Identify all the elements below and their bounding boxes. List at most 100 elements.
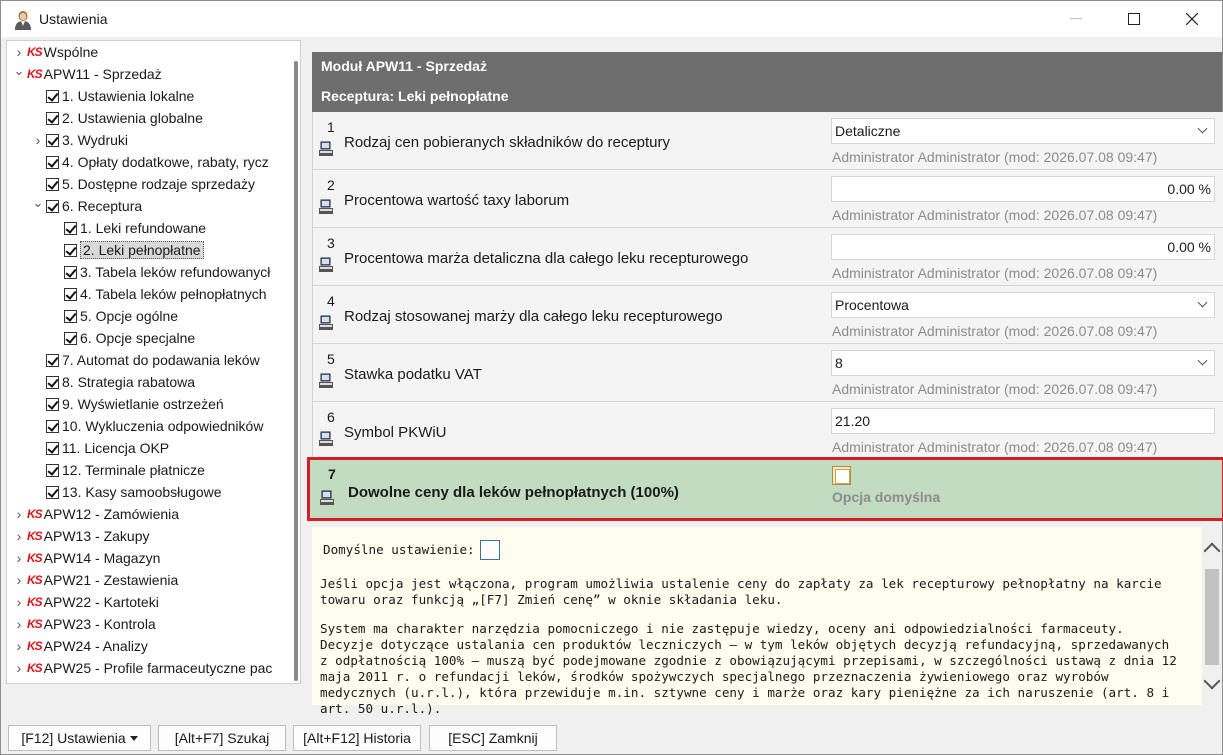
checkbox-icon xyxy=(64,331,77,345)
ks-logo-icon: KS xyxy=(27,595,43,609)
tree-item[interactable]: 9. Wyświetlanie ostrzeżeń xyxy=(32,393,224,415)
expand-chevron-icon[interactable]: › xyxy=(13,594,25,610)
tree-item[interactable]: 2. Ustawienia globalne xyxy=(32,107,203,129)
tree-item[interactable]: › KS APW25 - Profile farmaceutyczne pac xyxy=(13,657,273,679)
history-button-label: [Alt+F12] Historia xyxy=(303,730,411,746)
setting-row: 1 Rodzaj cen pobieranych składników do re… xyxy=(313,112,1223,170)
tree-item[interactable]: ⌄ 6. Receptura xyxy=(32,195,143,217)
tree-item-label: 4. Opłaty dodatkowe, rabaty, rycz xyxy=(62,154,269,170)
tree-item[interactable]: 1. Ustawienia lokalne xyxy=(32,85,194,107)
expand-chevron-icon[interactable]: › xyxy=(32,132,44,148)
settings-grid: 1 Rodzaj cen pobieranych składników do re… xyxy=(307,112,1223,521)
expand-chevron-icon[interactable]: › xyxy=(13,616,25,632)
tree-item[interactable]: 3. Tabela leków refundowanycł xyxy=(50,261,270,283)
tree-item[interactable]: › KS APW21 - Zestawienia xyxy=(13,569,179,591)
checkbox-icon xyxy=(64,221,77,235)
settings-button[interactable]: [F12] Ustawienia xyxy=(8,725,151,751)
tree-item[interactable]: › KS APW23 - Kontrola xyxy=(13,613,156,635)
search-button[interactable]: [Alt+F7] Szukaj xyxy=(158,725,286,751)
setting-meta: Administrator Administrator (mod: 2026.0… xyxy=(832,149,1158,165)
tree-item[interactable]: 4. Tabela leków pełnopłatnych xyxy=(50,283,267,305)
expand-chevron-icon[interactable]: › xyxy=(13,528,25,544)
expand-chevron-icon[interactable]: › xyxy=(13,638,25,654)
setting-select[interactable]: Procentowa xyxy=(831,292,1215,318)
settings-tree[interactable]: › KS Wspólne ⌄ KS APW11 - Sprzedaż 1. Ustawien… xyxy=(6,40,301,684)
setting-meta: Administrator Administrator (mod: 2026.0… xyxy=(832,381,1158,397)
expand-chevron-icon[interactable]: › xyxy=(13,44,25,60)
setting-number: 4 xyxy=(327,293,335,309)
setting-label: Procentowa wartość taxy laborum xyxy=(344,192,570,209)
expand-chevron-icon[interactable]: › xyxy=(13,660,25,676)
maximize-button[interactable] xyxy=(1111,5,1157,33)
tree-item-label: APW12 - Zamówienia xyxy=(43,506,180,522)
setting-number: 2 xyxy=(327,177,335,193)
expand-chevron-icon[interactable]: › xyxy=(13,550,25,566)
tree-item[interactable]: 1. Leki refundowane xyxy=(50,217,206,239)
close-window-button[interactable] xyxy=(1169,5,1215,33)
settings-window: Ustawienia › KS Wspólne ⌄ KS APW11 - Sprzedaż… xyxy=(0,0,1223,755)
tree-item-label: 6. Opcje specjalne xyxy=(80,330,196,346)
setting-number: 7 xyxy=(328,466,336,482)
setting-select[interactable]: Detaliczne xyxy=(831,118,1215,144)
description-panel: Domyślne ustawienie: Jeśli opcja jest wł… xyxy=(312,527,1202,716)
tree-item[interactable]: › KS APW13 - Zakupy xyxy=(13,525,150,547)
setting-row: 5 Stawka podatku VAT 8 Administrator Admini… xyxy=(313,344,1223,402)
tree-item[interactable]: 4. Opłaty dodatkowe, rabaty, rycz xyxy=(32,151,269,173)
setting-label: Symbol PKWiU xyxy=(344,424,447,441)
tree-item[interactable]: 7. Automat do podawania leków xyxy=(32,349,260,371)
ks-logo-icon: KS xyxy=(27,507,43,521)
setting-row-highlighted[interactable]: 7 Dowolne ceny dla leków pełnopłatnych (… xyxy=(307,457,1223,521)
setting-number: 3 xyxy=(327,235,335,251)
setting-meta: Administrator Administrator (mod: 2026.0… xyxy=(832,265,1158,281)
setting-input[interactable]: 0.00 % xyxy=(831,234,1215,260)
tree-item-label: 1. Leki refundowane xyxy=(80,220,207,236)
close-button[interactable]: [ESC] Zamknij xyxy=(429,725,557,751)
tree-item-label: APW11 - Sprzedaż xyxy=(43,66,162,82)
checkbox-icon xyxy=(46,485,59,499)
tree-item[interactable]: › KS APW14 - Magazyn xyxy=(13,547,161,569)
tree-item[interactable]: 2. Leki pełnopłatne xyxy=(50,239,204,261)
tree-item[interactable]: 12. Terminale płatnicze xyxy=(32,459,205,481)
setting-input[interactable]: 0.00 % xyxy=(831,176,1215,202)
computer-icon xyxy=(320,490,334,505)
setting-label: Procentowa marża detaliczna dla całego l… xyxy=(344,250,749,267)
checkbox-icon xyxy=(46,441,59,455)
computer-icon xyxy=(319,373,333,388)
tree-vertical-scrollbar[interactable] xyxy=(294,61,298,681)
tree-item-label: APW22 - Kartoteki xyxy=(43,594,159,610)
description-scrollbar[interactable] xyxy=(1202,527,1222,705)
collapse-chevron-icon[interactable]: ⌄ xyxy=(32,195,44,211)
tree-item[interactable]: › KS APW12 - Zamówienia xyxy=(13,503,179,525)
tree-item-label: 7. Automat do podawania leków xyxy=(62,352,260,368)
tree-item[interactable]: 5. Opcje ogólne xyxy=(50,305,178,327)
scroll-up-icon[interactable] xyxy=(1203,542,1221,560)
setting-checkbox[interactable] xyxy=(832,466,851,485)
checkbox-icon xyxy=(64,243,77,257)
ks-logo-icon: KS xyxy=(27,661,43,675)
checkbox-icon xyxy=(46,89,59,103)
tree-item[interactable]: 5. Dostępne rodzaje sprzedaży xyxy=(32,173,255,195)
tree-item[interactable]: 6. Opcje specjalne xyxy=(50,327,195,349)
tree-item[interactable]: 11. Licencja OKP xyxy=(32,437,169,459)
tree-item[interactable]: 10. Wykluczenia odpowiedników xyxy=(32,415,263,437)
scrollbar-thumb[interactable] xyxy=(1205,569,1219,665)
tree-item[interactable]: ⌄ KS APW11 - Sprzedaż xyxy=(13,63,162,85)
tree-item[interactable]: › KS APW22 - Kartoteki xyxy=(13,591,159,613)
expand-chevron-icon[interactable]: › xyxy=(13,572,25,588)
history-button[interactable]: [Alt+F12] Historia xyxy=(293,725,421,751)
tree-item[interactable]: 8. Strategia rabatowa xyxy=(32,371,195,393)
default-setting-checkbox[interactable] xyxy=(479,540,500,560)
scroll-down-icon[interactable] xyxy=(1203,672,1221,690)
tree-item[interactable]: 13. Kasy samoobsługowe xyxy=(32,481,222,503)
setting-select[interactable]: 8 xyxy=(831,350,1215,376)
tree-item[interactable]: › 3. Wydruki xyxy=(32,129,128,151)
close-icon xyxy=(1186,13,1198,25)
setting-input[interactable]: 21.20 xyxy=(831,408,1215,434)
minimize-button[interactable] xyxy=(1053,5,1099,33)
collapse-chevron-icon[interactable]: ⌄ xyxy=(13,63,25,79)
tree-item[interactable]: › KS Wspólne xyxy=(13,41,98,63)
tree-item-label: 2. Leki pełnopłatne xyxy=(80,241,204,259)
expand-chevron-icon[interactable]: › xyxy=(13,506,25,522)
tree-item[interactable]: › KS APW24 - Analizy xyxy=(13,635,148,657)
tree-item-label: 5. Dostępne rodzaje sprzedaży xyxy=(62,176,255,192)
